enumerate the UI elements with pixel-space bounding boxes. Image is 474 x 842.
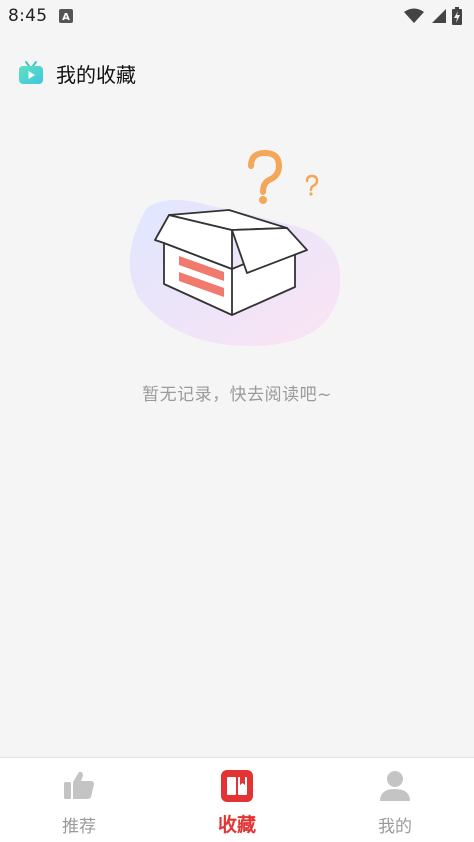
user-icon (380, 771, 410, 801)
status-right (404, 7, 462, 25)
page-title: 我的收藏 (56, 62, 136, 87)
wifi-icon (404, 8, 424, 23)
nav-item-favorites[interactable]: 收藏 (158, 758, 316, 842)
status-left: 8:45 A (8, 6, 74, 26)
status-time: 8:45 (8, 6, 48, 26)
tv-icon (19, 61, 43, 84)
nav-label-mine: 我的 (378, 817, 412, 837)
svg-text:A: A (63, 12, 71, 23)
empty-message: 暂无记录，快去阅读吧~ (142, 385, 332, 405)
empty-state: 暂无记录，快去阅读吧~ (0, 148, 474, 405)
app-header: 我的收藏 (0, 52, 474, 94)
battery-charging-icon (452, 7, 462, 25)
empty-box-question-icon (129, 149, 341, 347)
nav-label-favorites: 收藏 (217, 814, 256, 836)
bottom-nav: 推荐 收藏 我的 (0, 757, 474, 842)
notification-a-icon: A (59, 9, 74, 23)
nav-item-mine[interactable]: 我的 (316, 758, 474, 842)
nav-item-recommend[interactable]: 推荐 (0, 758, 158, 842)
thumbs-up-icon (64, 771, 94, 799)
nav-label-recommend: 推荐 (62, 817, 96, 837)
status-bar: 8:45 A (0, 0, 474, 32)
bookmark-book-icon (221, 770, 253, 802)
signal-icon (432, 9, 446, 23)
